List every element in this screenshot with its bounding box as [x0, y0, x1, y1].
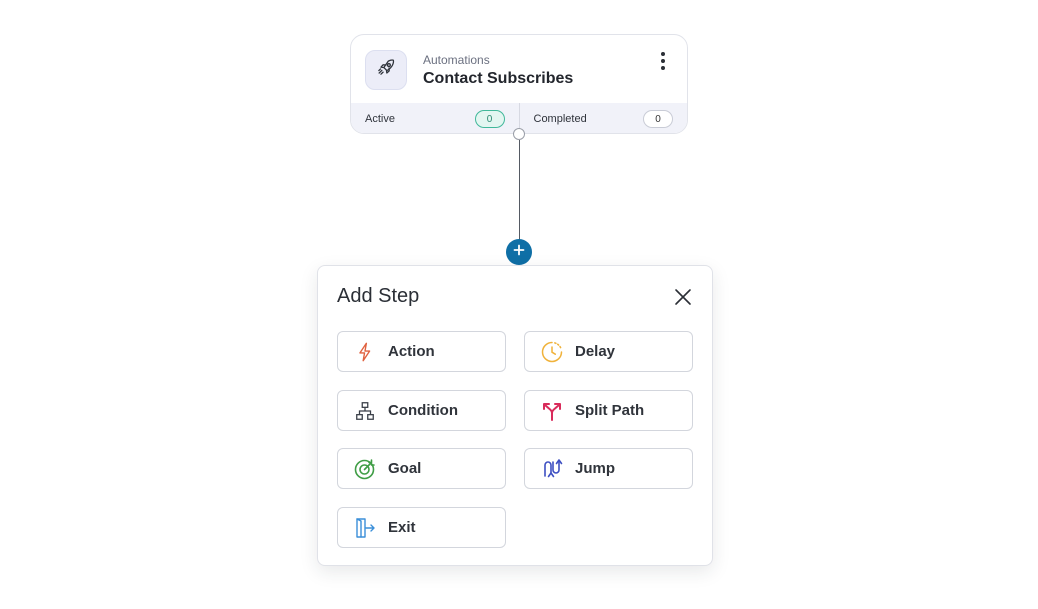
popup-title: Add Step	[337, 285, 420, 307]
split-arrows-icon	[538, 397, 566, 425]
step-exit-button[interactable]: Exit	[337, 507, 506, 548]
step-delay-button[interactable]: Delay	[524, 331, 693, 372]
step-split-path-button[interactable]: Split Path	[524, 390, 693, 431]
trigger-card[interactable]: Automations Contact Subscribes Active 0 …	[350, 34, 688, 134]
step-delay-label: Delay	[575, 343, 616, 360]
stat-completed: Completed 0	[518, 103, 688, 133]
close-icon	[674, 288, 692, 311]
step-split-path-label: Split Path	[575, 402, 645, 419]
clock-icon	[538, 338, 566, 366]
trigger-icon-box	[365, 50, 407, 90]
stat-completed-label: Completed	[533, 112, 587, 125]
lightning-icon	[351, 338, 379, 366]
connector-line	[518, 140, 520, 240]
active-count-badge[interactable]: 0	[474, 110, 505, 128]
step-action-button[interactable]: Action	[337, 331, 506, 372]
rocket-icon	[375, 57, 397, 84]
step-jump-button[interactable]: Jump	[524, 448, 693, 489]
step-action-label: Action	[388, 343, 435, 360]
more-dots-icon	[661, 52, 665, 56]
more-dot	[661, 59, 665, 63]
add-step-popup: Add Step Action Delay Condition Split Pa…	[317, 265, 713, 566]
plus-icon	[513, 243, 525, 261]
connector-handle[interactable]	[513, 128, 525, 140]
more-options-button[interactable]	[653, 51, 673, 71]
stat-active: Active 0	[351, 103, 519, 133]
step-goal-label: Goal	[388, 460, 422, 477]
step-condition-label: Condition	[388, 402, 458, 419]
workflow-canvas: Automations Contact Subscribes Active 0 …	[0, 0, 1038, 609]
stat-active-label: Active	[365, 112, 395, 125]
step-jump-label: Jump	[575, 460, 616, 477]
step-condition-button[interactable]: Condition	[337, 390, 506, 431]
exit-door-icon	[351, 514, 379, 542]
trigger-kicker: Automations	[423, 53, 490, 67]
add-step-button[interactable]	[506, 239, 532, 265]
trigger-header: Automations Contact Subscribes	[351, 35, 687, 103]
step-goal-button[interactable]: Goal	[337, 448, 506, 489]
jump-arrows-icon	[538, 455, 566, 483]
step-exit-label: Exit	[388, 519, 416, 536]
more-dot	[661, 66, 665, 70]
target-icon	[351, 455, 379, 483]
hierarchy-icon	[351, 397, 379, 425]
close-button[interactable]	[672, 288, 694, 310]
completed-count-badge[interactable]: 0	[643, 110, 673, 128]
trigger-title: Contact Subscribes	[423, 70, 574, 87]
